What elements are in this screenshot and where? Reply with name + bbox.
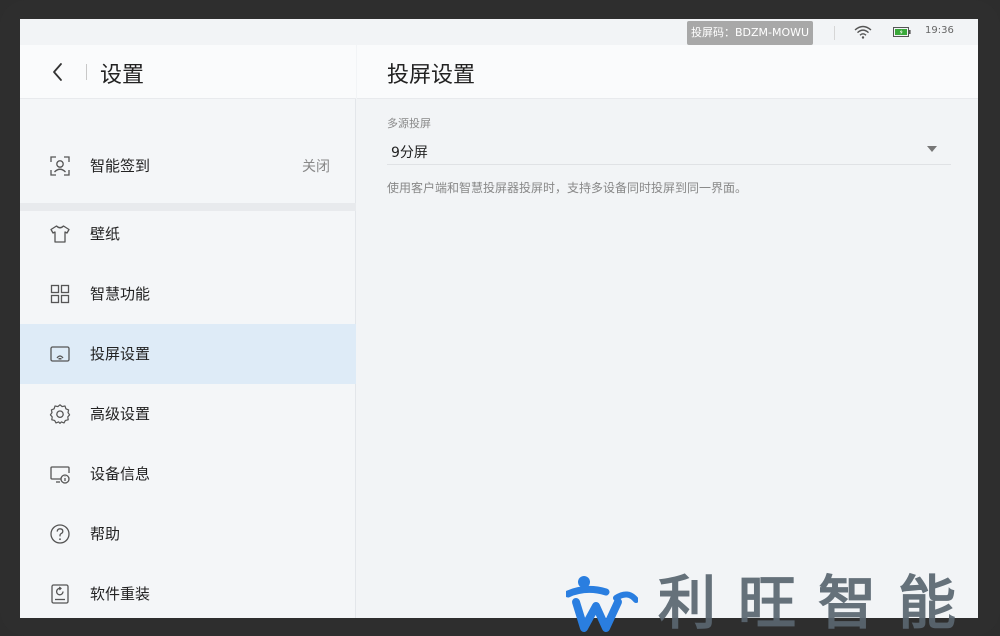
sidebar-item-smart-features[interactable]: 智慧功能 — [20, 264, 356, 324]
settings-sidebar: 设置 智能签到 关闭 壁纸 智慧功能 投屏设置 高级设置 设备信息 帮助 软件重… — [20, 45, 356, 618]
sidebar-item-label: 智能签到 — [90, 157, 151, 175]
sidebar-item-help[interactable]: 帮助 — [20, 504, 356, 564]
split-screen-select[interactable]: 9分屏 — [387, 137, 951, 165]
sidebar-item-label: 帮助 — [90, 525, 121, 543]
clock: 19:36 — [925, 25, 954, 36]
wifi-icon — [854, 25, 872, 39]
status-divider — [834, 26, 835, 40]
sidebar-item-wallpaper[interactable]: 壁纸 — [20, 204, 356, 264]
page-title: 设置 — [100, 63, 145, 88]
reinstall-icon — [51, 584, 69, 604]
sidebar-item-advanced[interactable]: 高级设置 — [20, 384, 356, 444]
brand-logo-icon — [566, 576, 638, 632]
back-arrow-icon[interactable] — [50, 61, 66, 83]
sidebar-item-value: 关闭 — [302, 159, 330, 175]
sidebar-header: 设置 — [20, 45, 356, 99]
brand-watermark-text: 利旺智能 — [658, 569, 979, 636]
sidebar-item-smart-checkin[interactable]: 智能签到 关闭 — [20, 136, 356, 196]
screen-cast-icon — [50, 346, 70, 362]
sidebar-item-label: 高级设置 — [90, 405, 151, 423]
battery-icon — [893, 27, 911, 37]
cast-code-badge: 投屏码：BDZM-MOWU — [687, 21, 813, 45]
face-scan-icon — [50, 156, 70, 176]
status-bar: 投屏码：BDZM-MOWU 19:36 — [20, 19, 978, 45]
content-title: 投屏设置 — [387, 63, 476, 88]
gear-icon — [49, 404, 71, 424]
sidebar-item-label: 设备信息 — [90, 465, 151, 483]
brand-watermark: 利旺智能 — [566, 568, 996, 636]
sidebar-item-label: 壁纸 — [90, 225, 121, 243]
sidebar-item-label: 智慧功能 — [90, 285, 151, 303]
sidebar-item-screen-cast[interactable]: 投屏设置 — [20, 324, 356, 384]
sidebar-item-device-info[interactable]: 设备信息 — [20, 444, 356, 504]
device-info-icon — [50, 466, 70, 484]
caret-down-icon — [927, 146, 937, 152]
sidebar-item-label: 投屏设置 — [90, 345, 151, 363]
grid-icon — [50, 284, 70, 304]
header-divider — [86, 64, 87, 80]
help-icon — [50, 524, 70, 544]
multi-source-label: 多源投屏 — [387, 117, 431, 130]
sidebar-item-label: 软件重装 — [90, 585, 151, 603]
screen-cast-settings-panel: 投屏设置 多源投屏 9分屏 使用客户端和智慧投屏器投屏时，支持多设备同时投屏到同… — [357, 45, 978, 618]
screen: 投屏码：BDZM-MOWU 19:36 设置 智能签到 关闭 壁纸 智慧功能 投… — [20, 19, 978, 618]
content-header: 投屏设置 — [357, 45, 978, 99]
sidebar-item-reinstall[interactable]: 软件重装 — [20, 564, 356, 618]
description-text: 使用客户端和智慧投屏器投屏时，支持多设备同时投屏到同一界面。 — [387, 181, 748, 195]
select-value: 9分屏 — [391, 145, 428, 161]
shirt-icon — [50, 225, 70, 243]
